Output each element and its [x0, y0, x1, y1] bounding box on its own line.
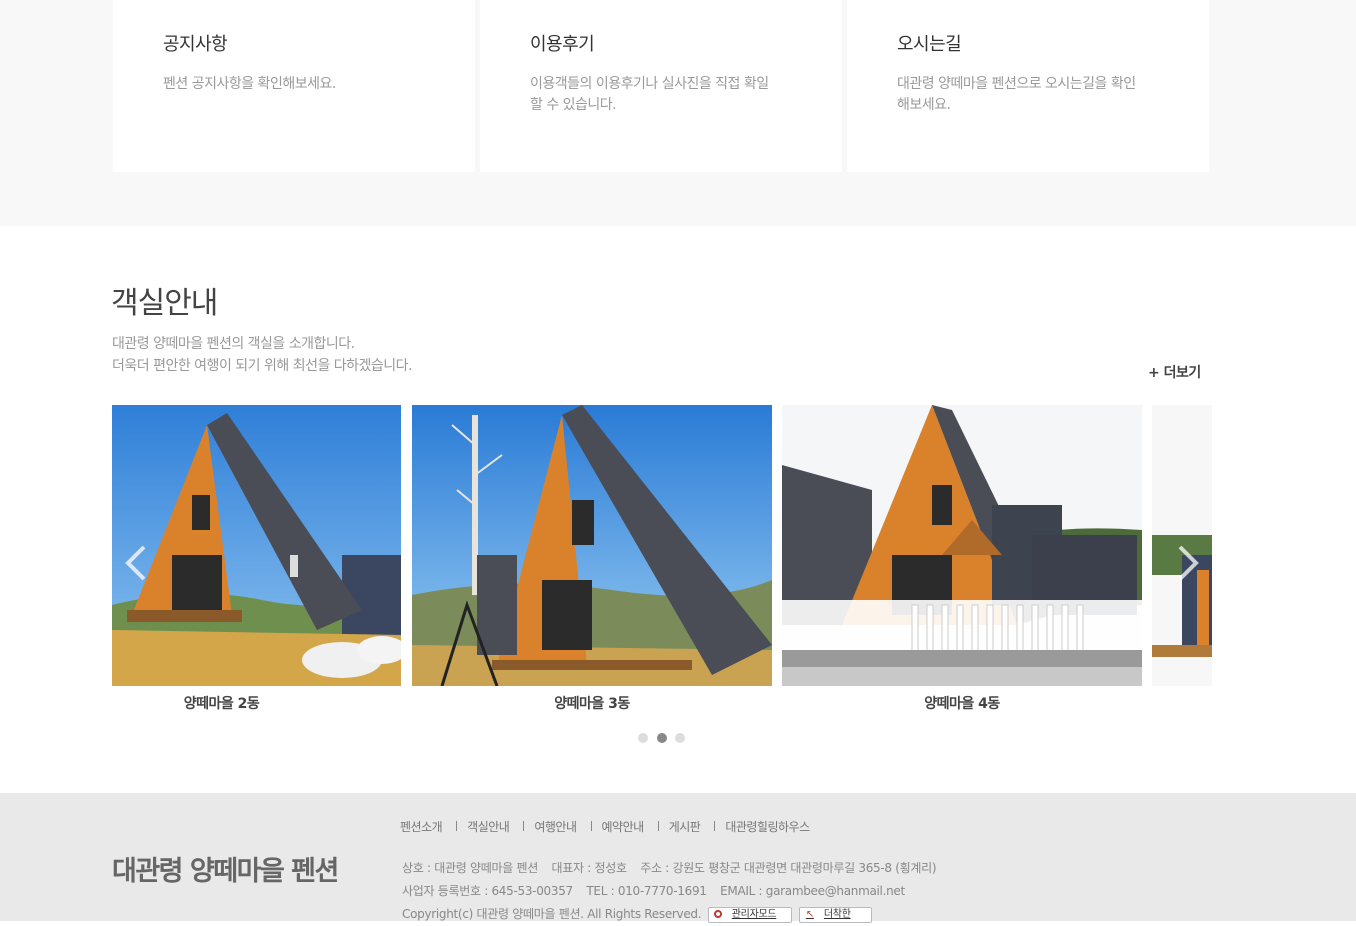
nav-divider — [590, 821, 592, 831]
slider-prev-button[interactable] — [122, 543, 152, 583]
notice-card-title: 공지사항 — [163, 34, 228, 55]
admin-mode-label: 관리자모드 — [731, 908, 777, 920]
maker-label: 더착한 — [823, 908, 851, 920]
review-card-desc: 이용객들의 이용후기나 실사진을 직접 확일할 수 있습니다. — [530, 76, 769, 113]
maker-badge-link[interactable]: ↖ 더착한 — [798, 906, 872, 923]
info-cards-section: 공지사항 펜션 공지사항을 확인해보세요. 이용후기 이용객들의 이용후기나 실… — [0, 0, 1356, 226]
directions-card[interactable]: 오시는길 대관령 양떼마을 펜션으로 오시는길을 확인해보세요. — [847, 0, 1209, 172]
footer-nav-rooms[interactable]: 객실안내 — [467, 818, 510, 835]
copyright: Copyright(c) 대관령 양떼마을 펜션. All Rights Res… — [402, 907, 702, 921]
room-photo-2 — [112, 405, 401, 686]
nav-divider — [456, 821, 458, 831]
nav-divider — [714, 821, 716, 831]
admin-mode-button[interactable]: 관리자모드 — [707, 906, 793, 923]
notice-card-desc: 펜션 공지사항을 확인해보세요. — [163, 76, 336, 92]
nav-divider — [657, 821, 659, 831]
telephone: TEL : 010-7770-1691 — [586, 884, 707, 898]
notice-card[interactable]: 공지사항 펜션 공지사항을 확인해보세요. — [113, 0, 475, 172]
address: 주소 : 강원도 평창군 대관령면 대관령마루길 365-8 (횡계리) — [640, 861, 937, 875]
more-rooms-link[interactable]: + 더보기 — [1148, 362, 1201, 382]
email: EMAIL : garambee@hanmail.net — [720, 884, 905, 898]
rooms-desc-line-2: 더욱더 편안한 여행이 되기 위해 최선을 다하겠습니다. — [112, 358, 413, 374]
room-slide[interactable]: 양떼마을 4동 — [782, 405, 1142, 715]
rooms-section: 객실안내 대관령 양떼마을 펜션의 객실을 소개합니다. 더욱더 편안한 여행이… — [0, 226, 1356, 793]
ceo-name: 대표자 : 정성호 — [551, 861, 627, 875]
footer: 대관령 양떼마을 펜션 펜션소개 객실안내 여행안내 예약안내 게시판 대관령힐… — [0, 793, 1356, 923]
rooms-desc-line-1: 대관령 양떼마을 펜션의 객실을 소개합니다. — [112, 336, 355, 352]
footer-nav: 펜션소개 객실안내 여행안내 예약안내 게시판 대관령힐링하우스 — [400, 818, 810, 835]
pagination-dot-2[interactable] — [657, 733, 667, 743]
footer-business-info: 상호 : 대관령 양떼마을 펜션 대표자 : 정성호 주소 : 강원도 평창군 … — [402, 857, 946, 926]
chevron-left-icon — [125, 545, 146, 581]
footer-nav-reservation[interactable]: 예약안내 — [602, 818, 645, 835]
footer-nav-board[interactable]: 게시판 — [669, 818, 701, 835]
rooms-slider: 양떼마을 2동 양떼마을 3동 양떼마을 4동 — [112, 405, 1212, 715]
admin-mark-icon — [713, 909, 722, 918]
footer-info-row-1: 상호 : 대관령 양떼마을 펜션 대표자 : 정성호 주소 : 강원도 평창군 … — [402, 857, 946, 880]
nav-divider — [523, 821, 525, 831]
review-card-title: 이용후기 — [530, 34, 595, 55]
registration-number: 사업자 등록번호 : 645-53-00357 — [402, 884, 573, 898]
slider-next-button[interactable] — [1172, 543, 1202, 583]
rooms-description: 대관령 양떼마을 펜션의 객실을 소개합니다. 더욱더 편안한 여행이 되기 위… — [112, 333, 413, 377]
business-name: 상호 : 대관령 양떼마을 펜션 — [402, 861, 538, 875]
footer-info-row-3: Copyright(c) 대관령 양떼마을 펜션. All Rights Res… — [402, 903, 946, 926]
footer-nav-healing-house[interactable]: 대관령힐링하우스 — [725, 818, 810, 835]
directions-card-title: 오시는길 — [897, 34, 962, 55]
room-photo-4 — [782, 405, 1142, 686]
cursor-icon: ↖ — [805, 908, 814, 920]
pagination-dot-3[interactable] — [675, 733, 685, 743]
footer-nav-about[interactable]: 펜션소개 — [400, 818, 443, 835]
room-photo-3 — [412, 405, 772, 686]
room-slide[interactable]: 양떼마을 3동 — [412, 405, 772, 715]
room-caption: 양떼마을 2동 — [183, 696, 260, 712]
room-caption: 양떼마을 4동 — [924, 696, 1000, 712]
room-slide[interactable]: 양떼마을 2동 — [112, 405, 401, 715]
footer-nav-travel[interactable]: 여행안내 — [534, 818, 577, 835]
directions-card-desc: 대관령 양떼마을 펜션으로 오시는길을 확인해보세요. — [897, 76, 1136, 113]
footer-info-row-2: 사업자 등록번호 : 645-53-00357 TEL : 010-7770-1… — [402, 880, 946, 903]
room-caption: 양떼마을 3동 — [554, 696, 630, 712]
footer-logo: 대관령 양떼마을 펜션 — [112, 856, 339, 887]
chevron-right-icon — [1178, 545, 1199, 581]
review-card[interactable]: 이용후기 이용객들의 이용후기나 실사진을 직접 확일할 수 있습니다. — [480, 0, 842, 172]
pagination-dot-1[interactable] — [638, 733, 648, 743]
rooms-title: 객실안내 — [111, 286, 218, 321]
